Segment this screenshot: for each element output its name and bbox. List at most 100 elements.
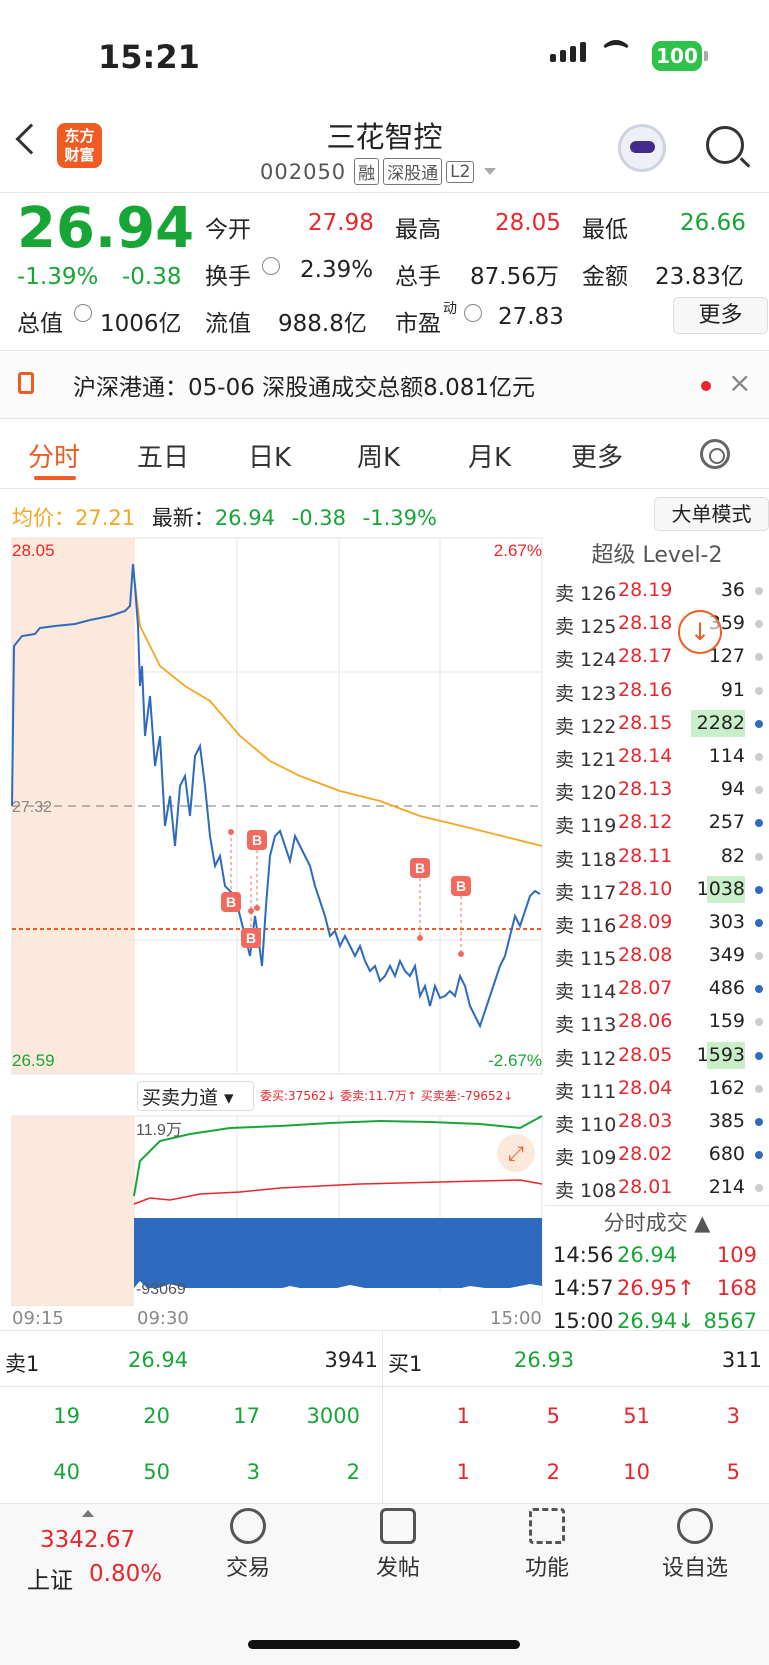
float-value: 988.8亿 <box>278 311 367 337</box>
function-button[interactable]: 功能 <box>487 1508 607 1582</box>
tab-more[interactable]: 更多 <box>571 437 623 474</box>
stock-code: 002050 <box>260 159 347 184</box>
level2-ask-row: 卖 125 28.18 359 <box>545 607 769 640</box>
tab-monthly-k[interactable]: 月K <box>468 437 511 474</box>
orderbook-queue-cell: 3000 <box>306 1404 360 1428</box>
info-icon[interactable] <box>74 304 92 322</box>
time-label-open: 09:15 <box>12 1308 64 1329</box>
y-bottom-label: 26.59 <box>12 1051 55 1070</box>
time-label-close: 15:00 <box>490 1308 542 1329</box>
level2-ask-row: 卖 108 28.01 214 <box>545 1171 769 1204</box>
settings-icon[interactable] <box>700 439 730 469</box>
watchlist-button[interactable]: 设自选 <box>635 1508 755 1582</box>
unread-dot <box>701 381 711 391</box>
amount-value: 23.83亿 <box>655 264 744 290</box>
pe-sup: 动 <box>443 301 457 317</box>
level2-ask-row: 卖 126 28.19 36 <box>545 574 769 607</box>
level-dot <box>755 786 763 795</box>
volume-value: 87.56万 <box>470 264 559 290</box>
tab-daily-k[interactable]: 日K <box>248 437 291 474</box>
expand-icon[interactable]: ⤢ <box>497 1134 535 1172</box>
pe-value: 27.83 <box>498 304 564 330</box>
home-indicator <box>248 1640 520 1649</box>
level-dot <box>755 885 763 894</box>
buy1-price: 26.93 <box>514 1348 575 1372</box>
search-icon[interactable] <box>706 126 744 164</box>
orderbook-queue-cell: 10 <box>623 1460 650 1484</box>
level-dot <box>755 819 763 828</box>
mcap-label: 总值 <box>17 311 63 337</box>
index-toggle-icon[interactable] <box>82 1510 94 1517</box>
turnover-label: 换手 <box>205 264 251 290</box>
low-label: 最低 <box>582 217 628 243</box>
index-name[interactable]: 上证 <box>27 1561 73 1595</box>
notice-bar[interactable]: 沪深港通：05-06 深股通成交总额8.081亿元 × <box>0 352 769 418</box>
level-dot <box>755 587 763 595</box>
level-dot <box>755 653 763 662</box>
tab-intraday[interactable]: 分时 <box>28 437 80 474</box>
mcap-value: 1006亿 <box>100 311 182 337</box>
level2-ask-row: 卖 112 28.05 1593 <box>545 1039 769 1072</box>
level2-ask-row: 卖 118 28.11 82 <box>545 840 769 873</box>
trade-button[interactable]: 交易 <box>188 1508 308 1582</box>
notice-text: 沪深港通：05-06 深股通成交总额8.081亿元 <box>73 375 535 401</box>
orderbook-queue-cell: 19 <box>53 1404 80 1428</box>
level-dot <box>755 1051 763 1060</box>
pct-top-label: 2.67% <box>494 541 542 560</box>
index-change[interactable]: 0.80% <box>89 1561 162 1587</box>
more-button[interactable]: 更多 <box>673 297 768 334</box>
sub-indicator-select[interactable]: 买卖力道 ▾ <box>137 1081 254 1111</box>
tab-weekly-k[interactable]: 周K <box>357 437 400 474</box>
pe-label: 市盈 <box>395 311 441 337</box>
level-dot <box>755 985 763 994</box>
orderbook-queue-cell: 3 <box>726 1404 740 1428</box>
svg-text:B: B <box>456 878 466 894</box>
status-time: 15:21 <box>98 38 200 76</box>
level-dot <box>755 1184 763 1193</box>
level2-panel[interactable]: 超级 Level-2 卖 126 28.19 36 卖 125 28.18 359 卖 12… <box>545 538 769 1333</box>
info-icon[interactable] <box>464 304 482 322</box>
tag-margin: 融 <box>354 158 380 185</box>
sell1-price: 26.94 <box>128 1348 189 1372</box>
stock-code-row: 002050 融 深股通 L2 <box>260 158 497 185</box>
sell1-label: 卖1 <box>5 1352 40 1376</box>
orderbook-queue-cell: 5 <box>546 1404 560 1428</box>
level2-ask-row: 卖 122 28.15 2282 <box>545 707 769 740</box>
orderbook-queue-cell: 20 <box>143 1404 170 1428</box>
tab-5day[interactable]: 五日 <box>137 437 189 474</box>
grid-icon <box>529 1508 565 1544</box>
dropdown-icon <box>484 168 497 175</box>
volume-label: 总手 <box>395 264 441 290</box>
sub-min-label: -93069 <box>136 1281 186 1298</box>
post-button[interactable]: 发帖 <box>338 1508 458 1582</box>
wifi-icon <box>600 40 632 66</box>
sub-indicator-stats: 委买:37562↓ 委卖:11.7万↑ 买卖差:-79652↓ <box>260 1089 514 1103</box>
level-dot <box>755 918 763 927</box>
sub-max-label: 11.9万 <box>136 1122 182 1139</box>
big-order-mode-button[interactable]: 大单模式 <box>654 497 769 531</box>
robot-assistant-icon[interactable] <box>618 124 666 172</box>
trade-row: 14:57 26.95↑ 168 <box>553 1275 757 1300</box>
low-value: 26.66 <box>680 210 746 236</box>
trade-title: 分时成交 ▲ <box>545 1204 769 1239</box>
trade-row: 14:56 26.94 109 <box>553 1242 757 1267</box>
intraday-chart[interactable]: B B B B B 28.05 27.32 26.59 2.67% -2.67% 11.… <box>0 536 545 1306</box>
level-dot <box>755 1151 763 1160</box>
close-icon[interactable]: × <box>728 366 751 399</box>
download-icon[interactable]: ↓ <box>678 610 722 654</box>
orderbook-queue-cell: 2 <box>346 1460 360 1484</box>
high-value: 28.05 <box>495 210 561 236</box>
time-label-930: 09:30 <box>137 1308 189 1329</box>
level-dot <box>755 952 763 961</box>
level2-ask-row: 卖 111 28.04 162 <box>545 1072 769 1105</box>
buy1-label: 买1 <box>388 1352 423 1376</box>
change-amount: -0.38 <box>122 264 182 290</box>
orderbook-queue-cell: 17 <box>233 1404 260 1428</box>
index-value[interactable]: 3342.67 <box>40 1527 135 1553</box>
level2-ask-row: 卖 115 28.08 349 <box>545 939 769 972</box>
y-top-label: 28.05 <box>12 541 55 560</box>
info-icon[interactable] <box>262 257 280 275</box>
level2-ask-row: 卖 109 28.02 680 <box>545 1138 769 1171</box>
orderbook-queue-cell: 1 <box>456 1404 470 1428</box>
pct-bottom-label: -2.67% <box>488 1051 542 1070</box>
